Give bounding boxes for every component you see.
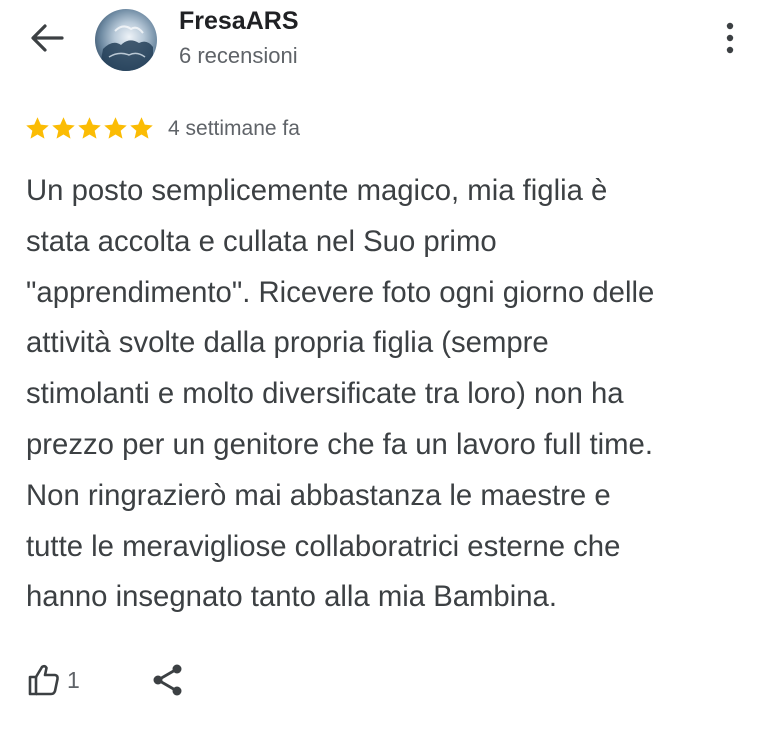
- like-button[interactable]: 1: [26, 662, 80, 698]
- arrow-back-icon: [30, 23, 64, 58]
- more-vert-icon: [725, 22, 735, 59]
- review-line: Un posto semplicemente magico, mia figli…: [26, 174, 608, 207]
- star-icon: [102, 115, 129, 142]
- review-count: 6 recensioni: [179, 43, 298, 68]
- review-text: Un posto semplicemente magico, mia figli…: [26, 166, 762, 623]
- review-page: FresaARS 6 recensioni 4 settimane fa Un …: [0, 0, 775, 736]
- rating-row: 4 settimane fa: [24, 115, 300, 142]
- review-line: hanno insegnato tanto alla mia Bambina.: [26, 580, 557, 614]
- review-line: attività svolte dalla propria figlia (se…: [26, 326, 549, 360]
- star-icon: [50, 115, 77, 142]
- review-line: prezzo per un genitore che fa un lavoro …: [26, 427, 653, 461]
- review-line: stata accolta e cullata nel Suo primo: [26, 224, 497, 258]
- more-options-button[interactable]: [712, 19, 748, 61]
- share-button[interactable]: [150, 662, 186, 698]
- review-line: "apprendimento". Ricevere foto ogni gior…: [26, 275, 655, 309]
- star-icon: [76, 115, 103, 142]
- share-icon: [150, 662, 186, 698]
- review-line: Non ringrazierò mai abbastanza le maestr…: [26, 478, 611, 512]
- star-icon: [128, 115, 155, 142]
- thumb-up-icon: [26, 662, 62, 698]
- like-count: 1: [67, 666, 80, 693]
- author-name[interactable]: FresaARS: [179, 7, 299, 36]
- avatar[interactable]: [95, 9, 157, 71]
- back-button[interactable]: [22, 20, 72, 60]
- review-date: 4 settimane fa: [168, 116, 300, 140]
- review-line: stimolanti e molto diversificate tra lor…: [26, 377, 624, 411]
- star-icon: [24, 115, 51, 142]
- review-line: tutte le meravigliose collaboratrici est…: [26, 529, 621, 563]
- star-rating: [24, 115, 154, 142]
